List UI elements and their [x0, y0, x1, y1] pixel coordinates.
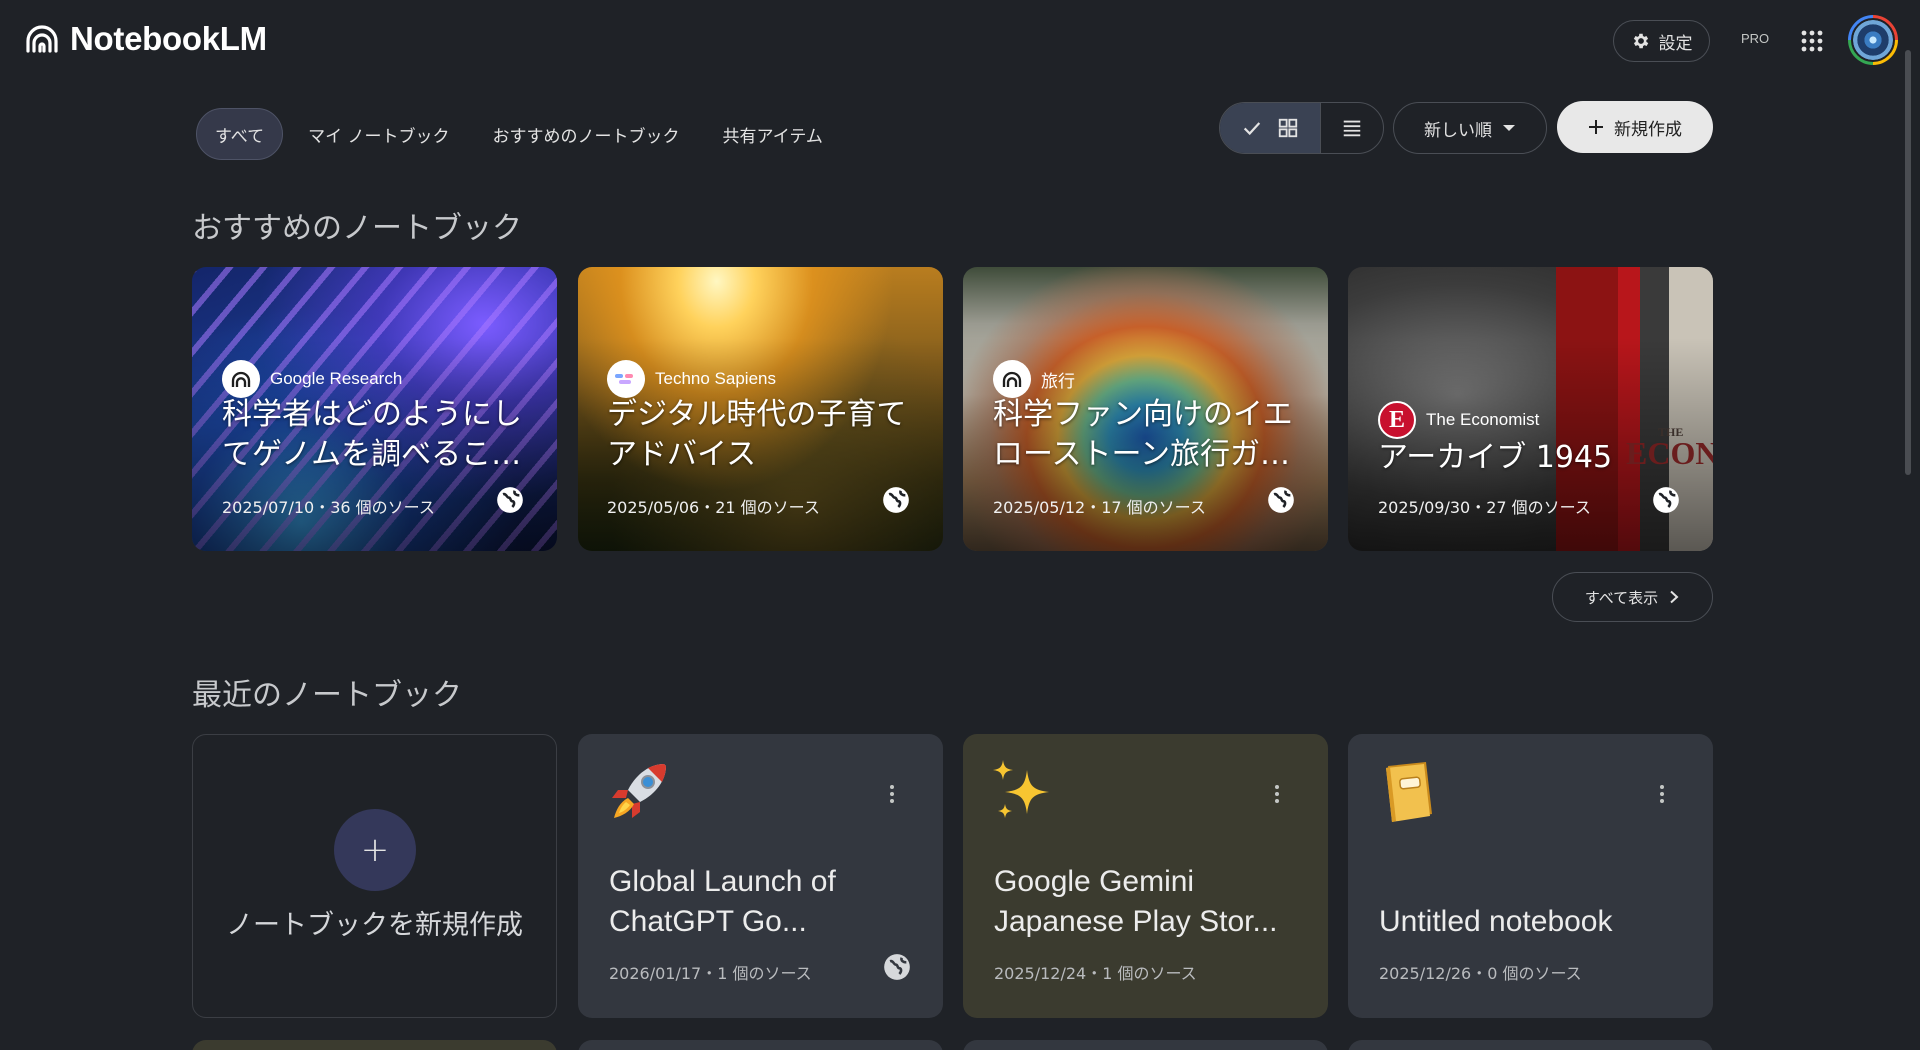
settings-label: 設定: [1658, 33, 1693, 54]
notebook-card-peek[interactable]: [1348, 1040, 1713, 1050]
featured-source-name: Google Research: [270, 369, 403, 388]
rocket-icon: [612, 764, 666, 818]
featured-source-name: Techno Sapiens: [655, 369, 776, 388]
featured-source-name: The Economist: [1426, 410, 1540, 429]
list-view-icon: [1343, 120, 1361, 137]
filter-tab-my-notebooks[interactable]: マイ ノートブック: [290, 108, 467, 160]
apps-grid-icon[interactable]: [1801, 30, 1823, 52]
notebook-card[interactable]: Untitled notebook 2025/12/26・0 個のソース: [1348, 734, 1713, 1018]
notebook-meta: 2025/12/24・1 個のソース: [994, 964, 1197, 983]
settings-button[interactable]: 設定: [1613, 20, 1710, 62]
sort-label: 新しい順: [1424, 120, 1492, 141]
globe-icon: [497, 487, 523, 513]
grid-view-icon: [1278, 118, 1298, 138]
pro-badge: PRO: [1741, 31, 1770, 46]
app-logo[interactable]: NotebookLM: [24, 20, 267, 58]
app-name: NotebookLM: [70, 20, 267, 57]
featured-source: E The Economist: [1378, 401, 1539, 439]
globe-icon: [1653, 487, 1679, 513]
featured-source: Techno Sapiens: [607, 360, 776, 398]
caret-down-icon: [1503, 125, 1515, 131]
filter-tab-featured[interactable]: おすすめのノートブック: [475, 108, 698, 160]
create-notebook-button[interactable]: 新規作成: [1557, 101, 1713, 153]
notebook-card[interactable]: Google Gemini Japanese Play Stor... 2025…: [963, 734, 1328, 1018]
techno-sapiens-logo-icon: [607, 360, 645, 398]
featured-source-name: 旅行: [1041, 371, 1075, 391]
featured-title: 科学者はどのようにし てゲノムを調べるこ…: [222, 397, 522, 472]
filter-tab-shared[interactable]: 共有アイテム: [705, 108, 841, 160]
more-options-icon[interactable]: [1274, 784, 1280, 804]
featured-source: 旅行: [993, 360, 1075, 398]
new-notebook-card[interactable]: + ノートブックを新規作成: [192, 734, 557, 1018]
gear-icon: [1633, 33, 1648, 49]
more-options-icon[interactable]: [889, 784, 895, 804]
featured-meta: 2025/09/30・27 個のソース: [1378, 498, 1591, 517]
filter-tab-all[interactable]: すべて: [196, 108, 284, 160]
featured-section-title: おすすめのノートブック: [192, 211, 522, 246]
notebook-card-peek[interactable]: [963, 1040, 1328, 1050]
notebook-card-peek[interactable]: [578, 1040, 943, 1050]
featured-title: デジタル時代の子育て アドバイス: [607, 397, 907, 472]
notebook-meta: 2026/01/17・1 個のソース: [609, 964, 812, 983]
globe-icon: [883, 487, 909, 513]
chevron-right-icon: [1670, 590, 1679, 604]
featured-meta: 2025/05/12・17 個のソース: [993, 498, 1206, 517]
globe-icon: [884, 954, 910, 980]
sort-dropdown[interactable]: 新しい順: [1393, 102, 1547, 154]
featured-meta: 2025/05/06・21 個のソース: [607, 498, 820, 517]
featured-meta: 2025/07/10・36 個のソース: [222, 498, 435, 517]
list-view-button[interactable]: [1320, 103, 1383, 153]
notebook-icon: [1386, 762, 1432, 822]
notebook-card-peek[interactable]: [192, 1040, 557, 1050]
featured-source: Google Research: [222, 360, 402, 398]
plus-icon: [1589, 120, 1603, 134]
account-avatar[interactable]: [1848, 15, 1898, 65]
top-bar: NotebookLM 設定 PRO: [0, 0, 1920, 80]
recent-section-title: 最近のノートブック: [192, 678, 462, 713]
more-options-icon[interactable]: [1659, 784, 1665, 804]
notebook-title: Google Gemini Japanese Play Stor...: [994, 865, 1278, 938]
notebook-card[interactable]: Global Launch of ChatGPT Go... 2026/01/1…: [578, 734, 943, 1018]
economist-logo-icon: E: [1378, 401, 1416, 439]
view-toggle: [1219, 102, 1384, 154]
grid-view-button[interactable]: [1220, 103, 1320, 153]
notebook-title: Global Launch of ChatGPT Go...: [609, 865, 836, 938]
notebook-title: Untitled notebook: [1379, 905, 1613, 938]
check-icon: [1243, 122, 1261, 136]
sparkles-icon: [993, 760, 1049, 818]
avatar-image: [1851, 18, 1895, 62]
notebooklm-logo-icon: [26, 25, 58, 53]
travel-logo-icon: [993, 360, 1031, 398]
featured-title: 科学ファン向けのイエ ローストーン旅行ガ…: [993, 397, 1293, 472]
new-notebook-label: ノートブックを新規作成: [226, 910, 523, 941]
page-scrollbar[interactable]: [1905, 50, 1911, 475]
notebook-meta: 2025/12/26・0 個のソース: [1379, 964, 1582, 983]
show-all-button[interactable]: すべて表示: [1552, 572, 1713, 622]
show-all-label: すべて表示: [1584, 588, 1659, 607]
new-notebook-plus: +: [334, 809, 416, 891]
filter-tabs: すべて マイ ノートブック おすすめのノートブック 共有アイテム: [196, 108, 848, 160]
featured-title: アーカイブ 1945: [1378, 440, 1613, 475]
google-research-logo-icon: [222, 360, 260, 398]
globe-icon: [1268, 487, 1294, 513]
create-label: 新規作成: [1614, 119, 1682, 140]
